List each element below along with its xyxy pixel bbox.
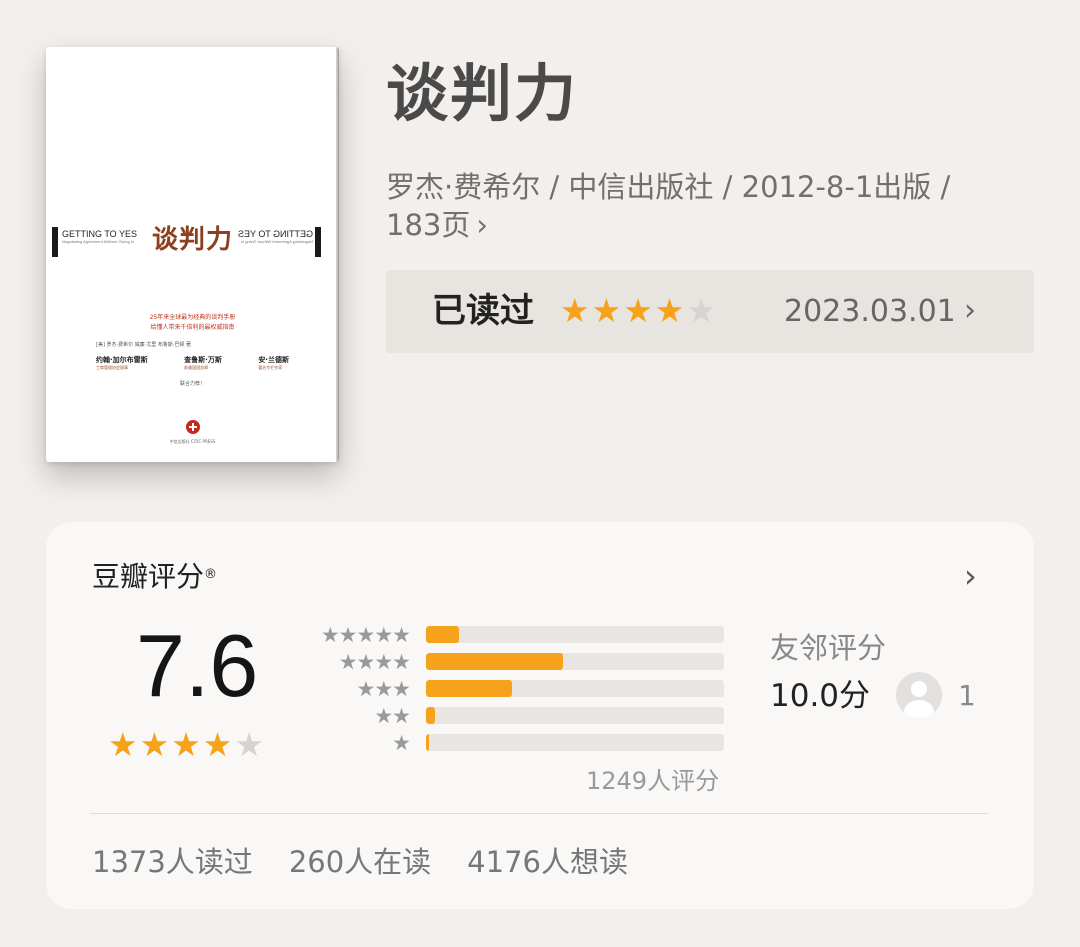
cover-endorsers: 约翰·加尔布雷斯 工商管理协会理事 查鲁斯·万斯 前美国国务卿 安·兰德斯 著名专栏作… bbox=[96, 355, 289, 371]
avatar-icon[interactable] bbox=[896, 672, 942, 718]
distribution-stars-icon: ★ bbox=[392, 731, 411, 755]
rating-count: 1249人评分 bbox=[586, 767, 720, 795]
cover-publisher: 中信出版社 CITIC PRESS bbox=[169, 439, 216, 444]
distribution-row: ★★★★ bbox=[308, 649, 728, 676]
distribution-track bbox=[426, 653, 724, 670]
publisher-logo-icon bbox=[186, 420, 200, 434]
star-icon[interactable]: ★ bbox=[623, 293, 653, 329]
book-meta-line: 罗杰·费希尔 / 中信出版社 / 2012-8-1出版 / bbox=[386, 170, 951, 204]
douban-score: 7.6 bbox=[136, 616, 259, 715]
read-status-label: 已读过 bbox=[432, 291, 534, 331]
distribution-stars-icon: ★★★★ bbox=[338, 650, 411, 674]
star-icon[interactable]: ★ bbox=[592, 293, 622, 329]
chevron-right-icon[interactable]: › bbox=[476, 208, 488, 242]
cover-authors: [美] 罗杰·费希尔 威廉·尤里 布鲁斯·巴顿 著 bbox=[96, 342, 192, 348]
star-icon: ★ bbox=[171, 725, 201, 764]
cover-brand-right: GETTING TO YES Negotiating Agreement Wit… bbox=[237, 229, 313, 244]
distribution-row: ★★★★★ bbox=[308, 622, 728, 649]
distribution-bar bbox=[426, 707, 435, 724]
friend-rating-label: 友邻评分 bbox=[770, 631, 887, 665]
distribution-track bbox=[426, 734, 724, 751]
book-meta[interactable]: 罗杰·费希尔 / 中信出版社 / 2012-8-1出版 / 183页 › bbox=[386, 168, 1046, 244]
star-empty-icon: ★ bbox=[234, 725, 264, 764]
cover-endorser: 约翰·加尔布雷斯 工商管理协会理事 bbox=[96, 356, 148, 370]
chevron-right-icon[interactable]: › bbox=[964, 293, 976, 329]
book-cover[interactable]: GETTING TO YES Negotiating Agreement Wit… bbox=[46, 47, 339, 462]
distribution-stars-icon: ★★★★★ bbox=[320, 623, 411, 647]
stat-reading[interactable]: 260人在读 bbox=[289, 844, 431, 880]
book-pages: 183页 bbox=[386, 208, 471, 242]
distribution-row: ★ bbox=[308, 730, 728, 757]
distribution-track bbox=[426, 680, 724, 697]
chevron-right-icon[interactable]: › bbox=[964, 558, 977, 594]
registered-mark: ® bbox=[204, 567, 218, 582]
distribution-bar bbox=[426, 680, 513, 697]
distribution-stars-icon: ★★ bbox=[374, 704, 411, 728]
douban-rating-card[interactable]: 豆瓣评分® › 7.6 ★ ★ ★ ★ ★ ★★★★★ ★★★★ ★★★ ★★ ★ 1249人评… bbox=[46, 522, 1034, 909]
read-status-bar[interactable]: 已读过 ★ ★ ★ ★ ★ 2023.03.01 › bbox=[386, 270, 1034, 353]
friend-rating-score: 10.0分 bbox=[770, 678, 871, 714]
stat-read[interactable]: 1373人读过 bbox=[92, 844, 253, 880]
cover-slogan: 25年来全球最为经典的谈判手册 给懂人带来千倍利的最权威指南 bbox=[149, 314, 236, 331]
cover-band-right bbox=[315, 227, 321, 257]
rating-distribution: ★★★★★ ★★★★ ★★★ ★★ ★ bbox=[308, 622, 728, 757]
distribution-stars-icon: ★★★ bbox=[356, 677, 411, 701]
distribution-bar bbox=[426, 653, 564, 670]
read-date: 2023.03.01 bbox=[784, 294, 956, 329]
distribution-track bbox=[426, 707, 724, 724]
rating-card-title: 豆瓣评分® bbox=[92, 560, 218, 593]
reading-stats: 1373人读过 260人在读 4176人想读 bbox=[92, 844, 628, 880]
cover-endorser: 查鲁斯·万斯 前美国国务卿 bbox=[184, 356, 222, 370]
cover-endorser: 安·兰德斯 著名专栏作家 bbox=[258, 356, 289, 370]
star-icon: ★ bbox=[202, 725, 233, 764]
my-rating-stars[interactable]: ★ ★ ★ ★ ★ bbox=[560, 293, 716, 329]
star-icon[interactable]: ★ bbox=[655, 293, 685, 329]
star-icon[interactable]: ★ bbox=[560, 293, 590, 329]
book-title: 谈判力 bbox=[386, 57, 579, 130]
star-icon: ★ bbox=[108, 725, 138, 764]
douban-score-stars: ★ ★ ★ ★ ★ bbox=[108, 725, 264, 765]
distribution-row: ★★★ bbox=[308, 676, 728, 703]
distribution-row: ★★ bbox=[308, 703, 728, 730]
star-empty-icon[interactable]: ★ bbox=[686, 293, 716, 329]
star-icon: ★ bbox=[139, 725, 170, 764]
distribution-track bbox=[426, 626, 724, 643]
distribution-bar bbox=[426, 734, 429, 751]
divider bbox=[90, 813, 988, 814]
distribution-bar bbox=[426, 626, 459, 643]
friend-rating-count: 1 bbox=[958, 679, 976, 712]
cover-tagline: 联合力荐！ bbox=[179, 381, 205, 387]
stat-want-to-read[interactable]: 4176人想读 bbox=[467, 844, 628, 880]
